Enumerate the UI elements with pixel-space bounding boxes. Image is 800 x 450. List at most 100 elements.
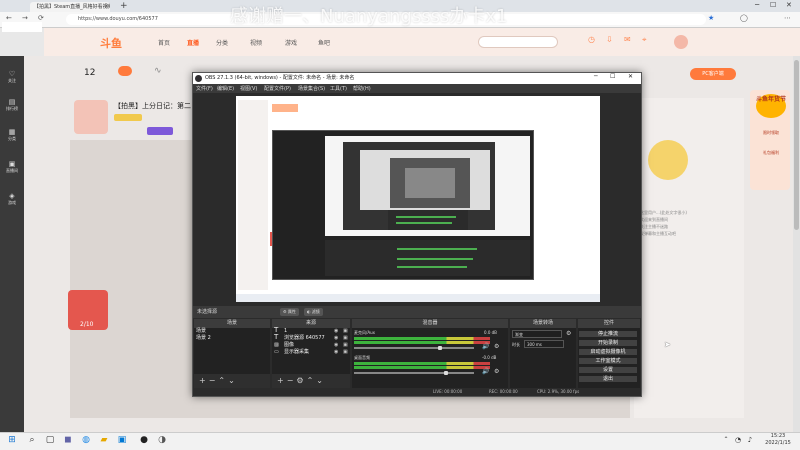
gift-count: 2/10 — [80, 321, 94, 328]
lock-icon[interactable]: ▣ — [343, 328, 348, 335]
live-timer: LIVE: 00:00:00 — [433, 389, 463, 394]
task-view-icon[interactable]: ▢ — [44, 434, 56, 446]
lock-icon[interactable]: ▣ — [343, 335, 348, 342]
lock-icon[interactable]: ▣ — [343, 342, 348, 349]
sources-dock-toolbar[interactable]: +−⚙⌃⌄ — [272, 374, 350, 388]
source-item[interactable]: T 1 ◉ ▣ — [272, 327, 350, 335]
speaker-icon[interactable]: 🔊 — [482, 343, 489, 350]
douyu-logo[interactable]: 斗鱼 — [100, 35, 122, 51]
volume-slider-knob[interactable] — [444, 371, 448, 375]
window-close-icon[interactable]: ✕ — [786, 1, 792, 9]
studio-mode-button[interactable]: 工作室模式 — [578, 357, 638, 365]
obs-title-bar[interactable]: OBS 27.1.3 (64-bit, windows) - 配置文件: 未命名… — [193, 73, 641, 84]
transition-type-select[interactable]: 渐变 — [512, 330, 562, 338]
start-recording-button[interactable]: 开始录制 — [578, 339, 638, 347]
eye-icon[interactable]: ◉ — [334, 328, 338, 335]
search-icon[interactable]: ⌕ — [26, 434, 38, 446]
history-icon[interactable]: ◷ — [588, 35, 595, 44]
properties-button[interactable]: ⚙ 属性 — [280, 308, 299, 316]
rail-room[interactable]: ▣ 直播间 — [2, 160, 22, 174]
nav-home[interactable]: 首页 — [158, 38, 170, 47]
windows-start-icon[interactable]: ⊞ — [6, 434, 18, 446]
profile-icon[interactable]: ◯ — [740, 14, 748, 22]
minimize-icon[interactable]: ─ — [755, 1, 759, 9]
nav-live[interactable]: 直播 — [187, 38, 199, 47]
pc-client-button[interactable]: PC客户端 — [690, 68, 736, 80]
rail-category[interactable]: ▦ 分类 — [2, 128, 22, 142]
mixer-gear-icon[interactable]: ⚙ — [494, 343, 499, 350]
message-icon[interactable]: ✉ — [624, 35, 631, 44]
obs-taskbar-icon[interactable]: ● — [138, 434, 150, 446]
exit-button[interactable]: 退出 — [578, 375, 638, 383]
obs-maximize-icon[interactable]: ☐ — [610, 73, 615, 80]
back-icon[interactable]: ← — [6, 14, 12, 22]
eye-icon[interactable]: ◉ — [334, 335, 338, 342]
chat-line: 发弹幕和主播互动吧 — [640, 231, 676, 236]
volume-slider[interactable] — [354, 347, 474, 349]
start-virtual-camera-button[interactable]: 启动虚拟摄像机 — [578, 348, 638, 356]
location-icon[interactable]: ⌖ — [642, 35, 647, 45]
stop-streaming-button[interactable]: 停止推流 — [578, 330, 638, 338]
obs-menu-tools[interactable]: 工具(T) — [330, 85, 347, 92]
new-tab-icon[interactable]: + — [120, 1, 128, 11]
streamer-avatar[interactable] — [74, 100, 108, 134]
category-tag[interactable] — [147, 127, 173, 135]
maximize-icon[interactable]: ☐ — [770, 1, 776, 9]
user-avatar[interactable] — [674, 35, 688, 49]
rail-follow[interactable]: ♡ 关注 — [2, 70, 22, 84]
volume-slider[interactable] — [354, 372, 474, 374]
obs-close-icon[interactable]: ✕ — [628, 73, 633, 80]
refresh-icon[interactable]: ⟳ — [38, 14, 44, 22]
source-item[interactable]: ▭ 显示器采集 ◉ ▣ — [272, 349, 350, 356]
source-item[interactable]: T 浏览器源 640577 ◉ ▣ — [272, 334, 350, 342]
store-icon[interactable]: ▣ — [116, 434, 128, 446]
mixer-gear-icon[interactable]: ⚙ — [494, 368, 499, 375]
wifi-icon[interactable]: ◔ — [732, 434, 744, 446]
filter-icon: ◐ — [307, 309, 311, 314]
nav-video[interactable]: 视频 — [250, 38, 262, 47]
search-input[interactable] — [478, 36, 558, 48]
eye-icon[interactable]: ◉ — [334, 349, 338, 356]
nav-games[interactable]: 游戏 — [285, 38, 297, 47]
scrollbar-thumb[interactable] — [794, 60, 799, 230]
transition-duration-input[interactable]: 300 ms — [524, 340, 564, 348]
no-source-selected: 未选择源 — [197, 309, 218, 315]
download-icon[interactable]: ⇩ — [606, 35, 613, 44]
obs-menu-help[interactable]: 帮助(H) — [353, 85, 371, 92]
nav-fishbar[interactable]: 鱼吧 — [318, 38, 330, 47]
chat-app-icon[interactable]: ◼ — [62, 434, 74, 446]
obs-menu-edit[interactable]: 编辑(E) — [217, 85, 234, 92]
scene-item[interactable]: 场景 2 — [194, 335, 270, 342]
clock-time[interactable]: 15:23 — [760, 433, 796, 439]
speaker-icon[interactable]: 🔊 — [482, 368, 489, 375]
scene-item[interactable]: 场景 — [194, 328, 270, 335]
obs-menu-file[interactable]: 文件(F) — [196, 85, 213, 92]
obs-menu-profile[interactable]: 配置文件(P) — [264, 85, 291, 92]
lock-icon[interactable]: ▣ — [343, 349, 348, 356]
obs-minimize-icon[interactable]: ─ — [594, 73, 598, 80]
clock-date[interactable]: 2022/1/15 — [760, 440, 796, 446]
nav-category[interactable]: 分类 — [216, 38, 228, 47]
source-item[interactable]: ▨ 图像 ◉ ▣ — [272, 342, 350, 349]
favorite-star-icon[interactable]: ★ — [708, 14, 714, 22]
eye-icon[interactable]: ◉ — [334, 342, 338, 349]
obs-menu-view[interactable]: 视图(V) — [240, 85, 257, 92]
scenes-dock-toolbar[interactable]: +−⌃⌄ — [194, 374, 270, 388]
obs-menu-scene-collection[interactable]: 场景集合(S) — [298, 85, 325, 92]
volume-icon[interactable]: ♪ — [744, 434, 756, 446]
transition-gear-icon[interactable]: ⚙ — [566, 330, 571, 337]
filters-button[interactable]: ◐ 滤镜 — [304, 308, 323, 316]
close-tab-icon[interactable]: ✕ — [104, 2, 109, 12]
file-explorer-icon[interactable]: ▰ — [98, 434, 110, 446]
app-taskbar-icon[interactable]: ◑ — [156, 434, 168, 446]
forward-icon[interactable]: → — [22, 14, 28, 22]
rail-games[interactable]: ◈ 游戏 — [2, 192, 22, 206]
tray-chevron-icon[interactable]: ⌃ — [720, 434, 732, 446]
edge-browser-icon[interactable]: ◍ — [80, 434, 92, 446]
settings-button[interactable]: 设置 — [578, 366, 638, 374]
rail-rank[interactable]: ▤ 排行榜 — [2, 98, 22, 112]
volume-slider-knob[interactable] — [438, 346, 442, 350]
promo-badge[interactable]: 斗鱼年货节 — [756, 94, 786, 118]
browser-menu-icon[interactable]: ⋯ — [784, 14, 791, 22]
browser-tab[interactable]: 【拍黑】Steam直播_风格好看视频 — [30, 2, 110, 12]
